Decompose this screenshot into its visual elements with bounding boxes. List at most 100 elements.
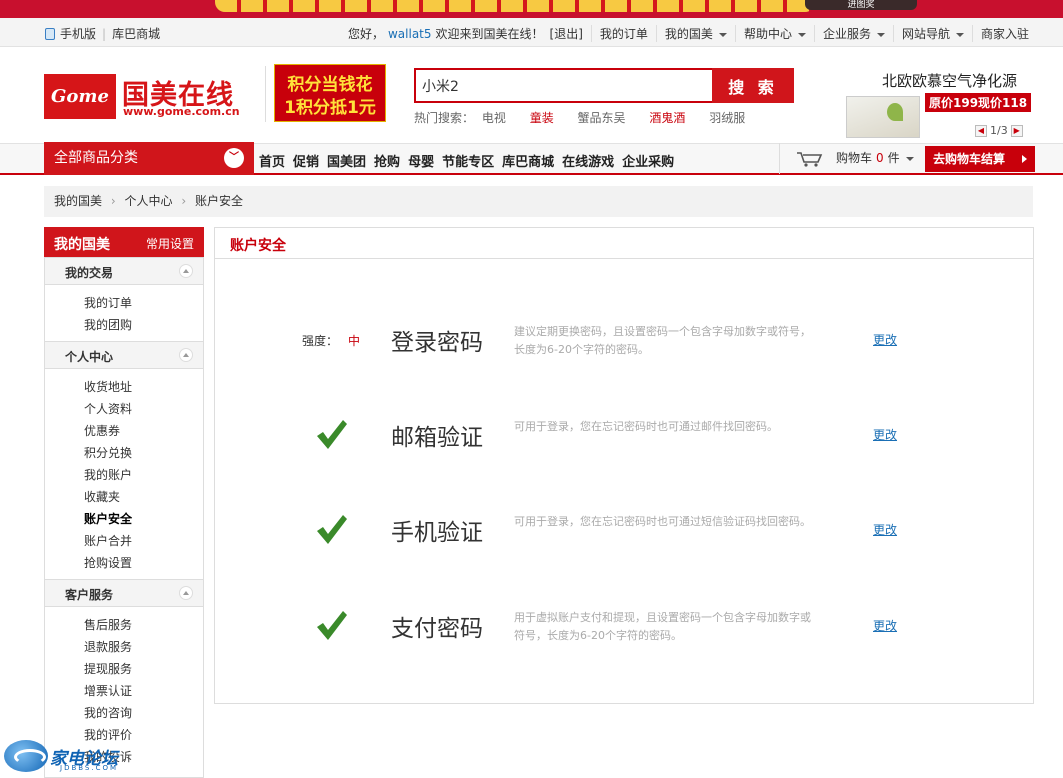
- sidebar-group-personal[interactable]: 个人中心: [45, 341, 203, 369]
- my-orders-link[interactable]: 我的订单: [590, 25, 656, 42]
- sidebar-item-refund[interactable]: 退款服务: [84, 638, 132, 655]
- row-description: 可用于登录，您在忘记密码时也可通过邮件找回密码。: [514, 420, 778, 433]
- nav-link-promotion[interactable]: 促销: [293, 151, 319, 170]
- sidebar-item-flash-settings[interactable]: 抢购设置: [84, 554, 132, 571]
- sidebar-item-profile[interactable]: 个人资料: [84, 400, 132, 417]
- product-image: [846, 96, 920, 138]
- sidebar-item-after-sales[interactable]: 售后服务: [84, 616, 132, 633]
- security-row-login-password: 强度： 中 登录密码 建议定期更换密码，且设置密码一个包含字母加数字或符号，长度为…: [215, 311, 1033, 371]
- nav-link-flash-sale[interactable]: 抢购: [374, 151, 400, 170]
- hot-search-term[interactable]: 蟹品东吴: [578, 111, 626, 125]
- greeting-text: 您好，: [347, 27, 384, 41]
- banner-button[interactable]: 进图奖: [805, 0, 917, 10]
- change-link[interactable]: 更改: [873, 331, 897, 348]
- collapse-icon[interactable]: [179, 264, 193, 278]
- sidebar-item-address[interactable]: 收货地址: [84, 378, 132, 395]
- shopping-cart[interactable]: 购物车 0 件: [779, 143, 925, 174]
- sidebar-item-vat-invoice[interactable]: 增票认证: [84, 682, 132, 699]
- top-banner[interactable]: 进图奖: [0, 0, 1063, 18]
- divider: |: [102, 26, 107, 41]
- row-title: 邮箱验证: [391, 425, 483, 451]
- chevron-down-icon: [797, 32, 806, 37]
- username-link[interactable]: wallat5: [388, 27, 432, 41]
- mobile-version-link[interactable]: 手机版: [60, 25, 96, 42]
- watermark-logo-icon: [4, 740, 48, 772]
- air-purifier-ad[interactable]: 北欧欧慕空气净化源 原价199现价118 ◀ 1/3 ▶: [840, 70, 1036, 142]
- top-bar-right: 您好， wallat5 欢迎来到国美在线！ [退出] 我的订单 我的国美 帮助中…: [348, 25, 1037, 42]
- sidebar-group-title: 客户服务: [65, 588, 114, 602]
- cart-label: 购物车: [836, 151, 873, 165]
- enterprise-menu[interactable]: 企业服务: [813, 25, 893, 42]
- row-title: 手机验证: [391, 520, 483, 546]
- hot-search-label: 热门搜索：: [414, 111, 475, 125]
- change-link[interactable]: 更改: [873, 521, 897, 538]
- breadcrumb-personal-center[interactable]: 个人中心: [124, 194, 172, 208]
- help-center-menu[interactable]: 帮助中心: [734, 25, 814, 42]
- change-link[interactable]: 更改: [873, 617, 897, 634]
- search-box: 搜 索: [414, 68, 794, 103]
- row-description: 可用于登录，您在忘记密码时也可通过短信验证码找回密码。: [514, 515, 811, 528]
- search-button[interactable]: 搜 索: [712, 68, 794, 103]
- sidebar-item-withdraw[interactable]: 提现服务: [84, 660, 132, 677]
- gome-logo[interactable]: Gome 国美在线 www.gome.com.cn: [44, 74, 256, 119]
- nav-link-online-games[interactable]: 在线游戏: [562, 151, 614, 170]
- help-center-label: 帮助中心: [743, 27, 792, 41]
- security-row-payment-password: 支付密码 用于虚拟账户支付和提现，且设置密码一个包含字母加数字或符号，长度为6-…: [215, 597, 1033, 657]
- nav-link-enterprise[interactable]: 企业采购: [622, 151, 674, 170]
- sidebar-item-my-orders[interactable]: 我的订单: [84, 294, 132, 311]
- checkout-button[interactable]: 去购物车结算: [925, 146, 1035, 172]
- my-gome-menu[interactable]: 我的国美: [655, 25, 735, 42]
- next-arrow-icon[interactable]: ▶: [1010, 124, 1023, 137]
- sidebar-group-service[interactable]: 客户服务: [45, 579, 203, 607]
- enterprise-label: 企业服务: [822, 27, 871, 41]
- sidebar-group-title: 我的交易: [65, 266, 114, 280]
- sidebar-title[interactable]: 我的国美: [54, 234, 110, 254]
- nav-link-energy-saving[interactable]: 节能专区: [442, 151, 494, 170]
- ad-page-indicator: 1/3: [990, 124, 1008, 137]
- sidebar-item-account-security[interactable]: 账户安全: [84, 510, 132, 527]
- merchant-join-link[interactable]: 商家入驻: [971, 25, 1037, 42]
- sidebar-item-my-account[interactable]: 我的账户: [84, 466, 132, 483]
- sidebar-item-my-group-buy[interactable]: 我的团购: [84, 316, 132, 333]
- prev-arrow-icon[interactable]: ◀: [975, 124, 987, 137]
- sidebar-item-coupons[interactable]: 优惠券: [84, 422, 120, 439]
- cart-unit: 件: [887, 151, 900, 165]
- collapse-icon[interactable]: [179, 348, 193, 362]
- change-link[interactable]: 更改: [873, 426, 897, 443]
- common-settings-link[interactable]: 常用设置: [146, 235, 194, 252]
- strength-label: 强度：: [302, 334, 339, 348]
- hot-search-term[interactable]: 电视: [482, 111, 506, 125]
- logo-url: www.gome.com.cn: [123, 105, 240, 118]
- sidebar-item-favorites[interactable]: 收藏夹: [84, 488, 120, 505]
- sidebar-group-trade[interactable]: 我的交易: [45, 257, 203, 285]
- all-categories-button[interactable]: 全部商品分类 ﹀: [44, 142, 254, 175]
- nav-link-group-buy[interactable]: 国美团: [327, 151, 366, 170]
- sidebar-item-consultations[interactable]: 我的咨询: [84, 704, 132, 721]
- logout-link[interactable]: [退出]: [550, 25, 583, 42]
- points-promo-banner[interactable]: 积分当钱花 1积分抵1元: [274, 64, 386, 122]
- sidebar-item-account-merge[interactable]: 账户合并: [84, 532, 132, 549]
- nav-link-coo8[interactable]: 库巴商城: [502, 151, 554, 170]
- checkmark-icon: [317, 611, 347, 640]
- search-input[interactable]: [416, 70, 712, 101]
- chevron-down-icon: [718, 32, 727, 37]
- collapse-icon[interactable]: [179, 586, 193, 600]
- banner-graphic: [215, 0, 815, 12]
- hot-search-term[interactable]: 酒鬼酒: [649, 111, 685, 125]
- row-description: 用于虚拟账户支付和提现，且设置密码一个包含字母加数字或符号，长度为6-20个字符…: [514, 611, 811, 642]
- chevron-down-icon: ﹀: [224, 148, 244, 168]
- hot-search-term[interactable]: 羽绒服: [709, 111, 745, 125]
- coo8-mall-link[interactable]: 库巴商城: [112, 25, 160, 42]
- breadcrumb: 我的国美 › 个人中心 › 账户安全: [44, 186, 1033, 217]
- chevron-down-icon: [905, 156, 914, 161]
- ad-price: 原价199现价118: [925, 93, 1032, 112]
- nav-link-home[interactable]: 首页: [259, 151, 285, 170]
- cart-icon: [797, 152, 823, 167]
- sidebar-item-points[interactable]: 积分兑换: [84, 444, 132, 461]
- nav-links: 首页 促销 国美团 抢购 母婴 节能专区 库巴商城 在线游戏 企业采购: [259, 151, 682, 170]
- ad-pager: ◀ 1/3 ▶: [972, 124, 1026, 137]
- breadcrumb-my-gome[interactable]: 我的国美: [54, 194, 102, 208]
- hot-search-term[interactable]: 童装: [530, 111, 554, 125]
- site-nav-menu[interactable]: 网站导航: [892, 25, 972, 42]
- nav-link-baby[interactable]: 母婴: [408, 151, 434, 170]
